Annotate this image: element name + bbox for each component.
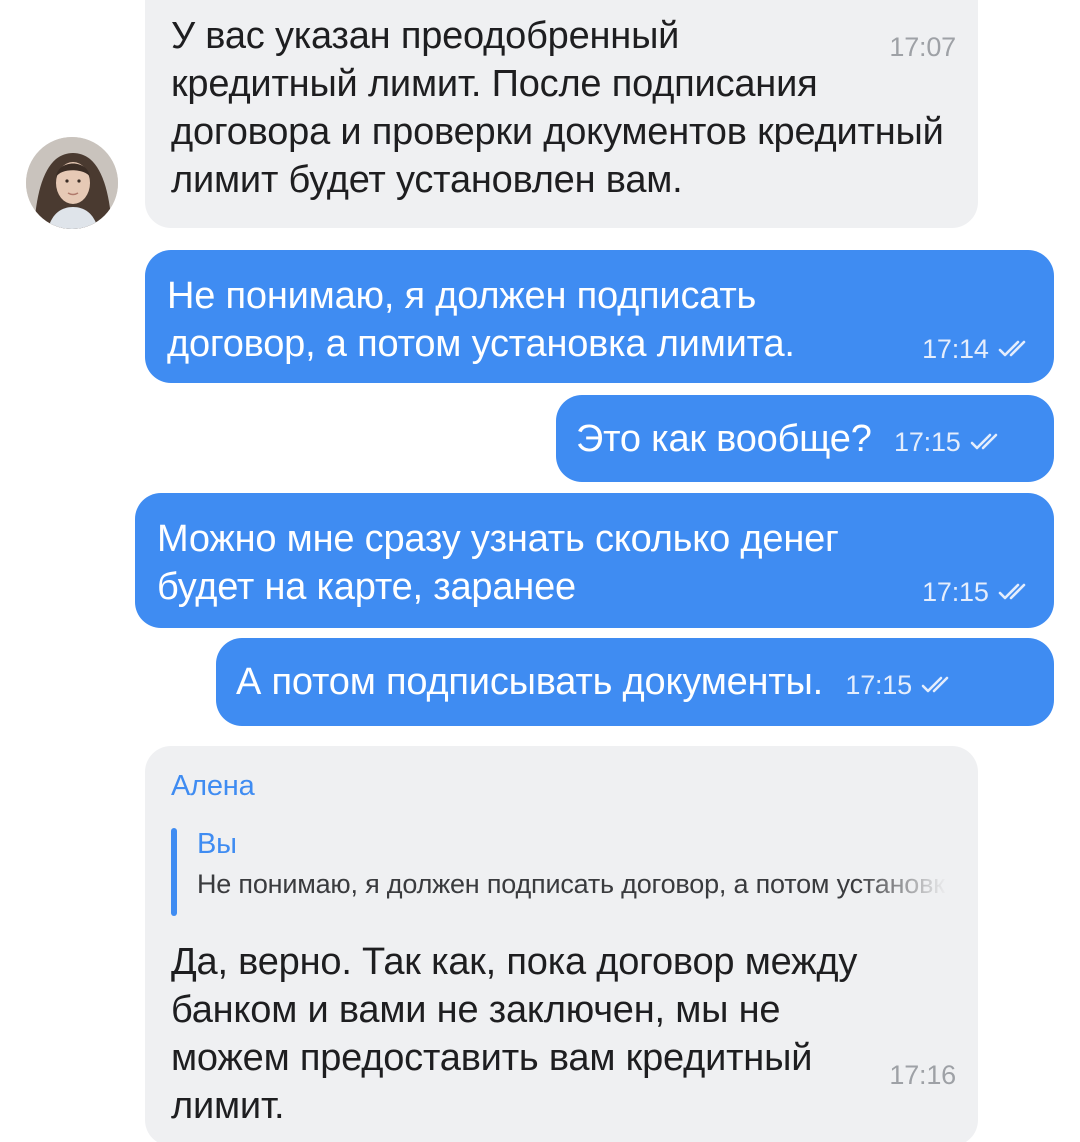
incoming-message[interactable]: 17:07 У вас указан преодобренный кредитн…	[145, 0, 978, 228]
message-time: 17:15	[845, 670, 955, 700]
outgoing-message[interactable]: Это как вообще? 17:15	[556, 395, 1054, 482]
double-check-icon	[921, 676, 949, 693]
message-text: Не понимаю, я должен подписать договор, …	[167, 275, 795, 365]
reply-quote-author: Вы	[197, 828, 237, 860]
message-time-text: 17:15	[894, 427, 961, 457]
message-text: У вас указан преодобренный кредитный лим…	[171, 15, 944, 201]
sender-name: Алена	[171, 770, 255, 802]
message-time-text: 17:14	[922, 334, 989, 364]
reply-quote[interactable]: Вы Не понимаю, я должен подписать догово…	[171, 826, 956, 916]
reply-quote-text: Не понимаю, я должен подписать договор, …	[197, 869, 947, 899]
double-check-icon	[998, 583, 1026, 600]
message-time: 17:15	[894, 427, 1004, 457]
message-time-text: 17:15	[922, 577, 989, 607]
outgoing-message[interactable]: 17:14 Не понимаю, я должен подписать дог…	[145, 250, 1054, 383]
avatar-photo	[26, 137, 118, 229]
message-time: 17:15	[922, 577, 1032, 607]
outgoing-message[interactable]: 17:15 Можно мне сразу узнать сколько ден…	[135, 493, 1054, 628]
message-text: А потом подписывать документы.	[236, 661, 824, 703]
message-time-text: 17:15	[845, 670, 912, 700]
chat-view: 17:07 У вас указан преодобренный кредитн…	[0, 0, 1080, 1142]
message-time: 17:14	[922, 334, 1032, 364]
incoming-reply-message[interactable]: Алена Вы Не понимаю, я должен подписать …	[145, 746, 978, 1142]
outgoing-message[interactable]: А потом подписывать документы. 17:15	[216, 638, 1054, 726]
message-text: Да, верно. Так как, пока договор между б…	[171, 941, 858, 1127]
avatar[interactable]	[26, 137, 118, 229]
message-text: Это как вообще?	[576, 418, 872, 460]
message-time: 17:16	[889, 1060, 956, 1090]
reply-quote-bar	[171, 828, 177, 916]
double-check-icon	[970, 433, 998, 450]
double-check-icon	[998, 340, 1026, 357]
message-time: 17:07	[889, 32, 956, 62]
message-text: Можно мне сразу узнать сколько денег буд…	[157, 518, 839, 608]
